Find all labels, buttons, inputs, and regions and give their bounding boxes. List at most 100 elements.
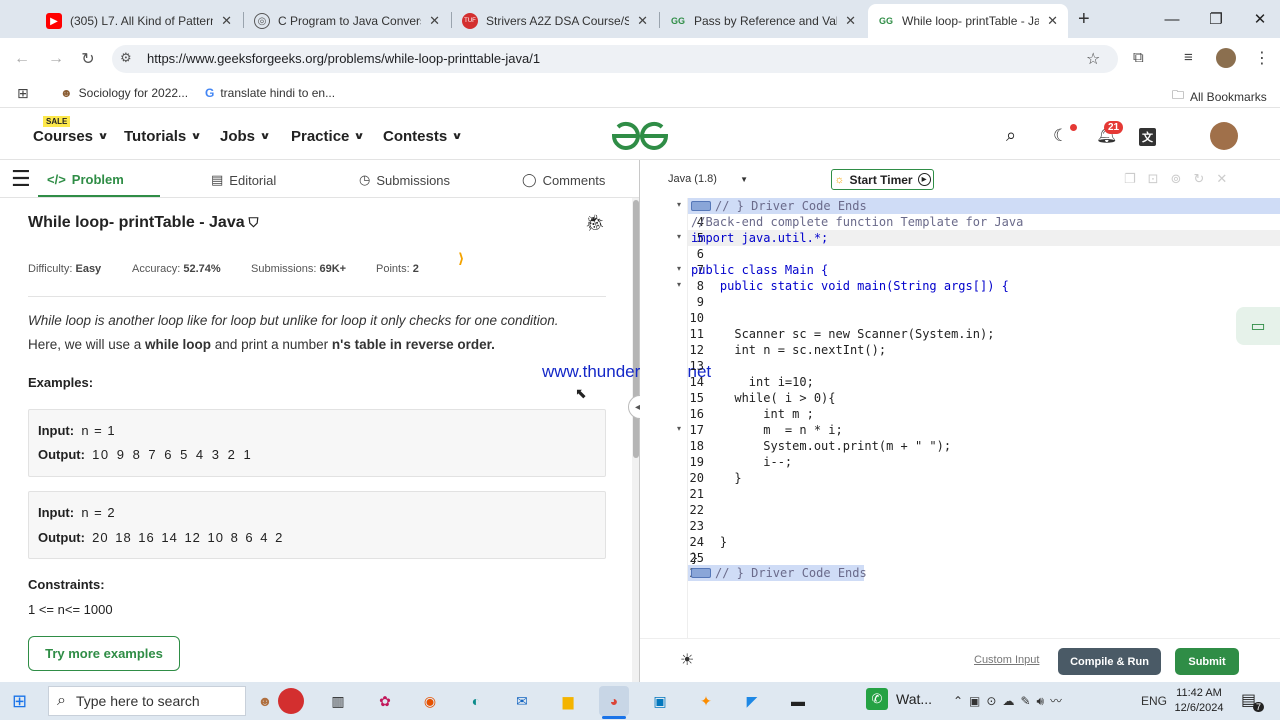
minimize-icon[interactable]: — [1150,0,1194,38]
chat-bubble-icon[interactable]: ▭ [1236,307,1280,345]
code-line[interactable]: int i=10; [691,374,814,390]
bookmark-sociology[interactable]: ☻ Sociology for 2022... [60,86,188,100]
tab-problem[interactable]: </> Problem [47,172,124,187]
reload-icon[interactable]: ↻ [74,45,102,73]
file-explorer-icon[interactable]: ▆ [553,686,583,716]
mail-icon[interactable]: ✉ [507,686,537,716]
browser-tab-youtube[interactable]: ▶ (305) L7. All Kind of Patterns ✕ [36,4,242,38]
back-arrow-icon[interactable]: ← [8,45,36,73]
fold-marker-icon[interactable] [691,568,711,578]
task-view-icon[interactable]: ▥ [323,686,353,716]
media-controls-icon[interactable]: ≡ [1184,49,1193,66]
custom-input-link[interactable]: Custom Input [974,654,1039,666]
dark-mode-moon-icon[interactable]: ☾ [1053,126,1068,146]
all-bookmarks-button[interactable]: 🗀 All Bookmarks [1172,86,1267,107]
window-close-icon[interactable]: ✕ [1238,0,1280,38]
new-tab-plus-icon[interactable]: + [1078,8,1090,31]
editor-toolbar-icons[interactable]: ❐⊡⊚↻✕ [1124,171,1239,187]
language-indicator[interactable]: ENG [1141,694,1167,708]
code-line[interactable]: int m ; [691,406,814,422]
code-line[interactable]: } [691,550,698,566]
code-line[interactable]: } [691,534,727,550]
apps-grid-icon[interactable]: ⊞ [17,85,29,102]
user-avatar[interactable] [1210,122,1238,150]
paint-icon[interactable]: ✦ [691,686,721,716]
fold-marker-icon[interactable] [691,201,711,211]
menu-jobs[interactable]: Jobs ∨ [220,128,271,145]
browser-tab-c-to-java[interactable]: ◎ C Program to Java Conversio ✕ [244,4,450,38]
submit-button[interactable]: Submit [1175,648,1239,675]
code-line[interactable]: System.out.print(m + " "); [691,438,951,454]
fold-arrow-icon[interactable]: ▾ [677,264,681,273]
translate-icon[interactable]: 文 [1139,128,1156,146]
hamburger-menu-icon[interactable]: ☰ [11,168,31,190]
menu-courses[interactable]: Courses ∨ [33,128,109,145]
code-line[interactable]: public static void main(String args[]) { [691,278,1009,294]
fold-arrow-icon[interactable]: ▾ [677,280,681,289]
copilot-icon[interactable]: ✿ [370,686,400,716]
tab-editorial[interactable]: ▤ Editorial [211,172,276,188]
close-icon[interactable]: ✕ [637,13,648,29]
bookmark-icon[interactable]: ⛉ [249,215,259,231]
code-line[interactable]: public class Main { [691,262,828,278]
whatsapp-icon: ✆ [866,688,888,710]
red-app-icon[interactable] [278,688,304,714]
taskbar-search-box[interactable]: ⌕ Type here to search [48,686,246,716]
url-text[interactable]: https://www.geeksforgeeks.org/problems/w… [147,51,540,66]
fold-arrow-icon[interactable]: ▾ [677,200,681,209]
whatsapp-taskbar-button[interactable]: ✆ Wat... [866,688,932,710]
vscode-icon[interactable]: ◤ [737,686,767,716]
code-line[interactable]: int n = sc.nextInt(); [691,342,886,358]
browser-tab-strivers[interactable]: TUF Strivers A2Z DSA Course/Sh ✕ [452,4,658,38]
report-bug-icon[interactable]: 🐞︎ [585,213,605,233]
gingerbread-app-icon[interactable]: ☻ [250,686,280,716]
code-line[interactable]: while( i > 0){ [691,390,835,406]
code-line[interactable]: //Back-end complete function Template fo… [691,214,1023,230]
close-icon[interactable]: ✕ [845,13,856,29]
edge-icon[interactable]: ◐ [461,686,491,716]
taskbar-clock[interactable]: 11:42 AM 12/6/2024 [1174,686,1224,716]
bookmark-star-icon[interactable]: ☆ [1086,49,1100,69]
code-line[interactable]: m = n * i; [691,422,842,438]
start-timer-label: Start Timer [849,172,913,187]
site-info-icon[interactable]: ⚙ [120,50,132,66]
code-line[interactable]: i--; [691,454,792,470]
code-line[interactable]: // } Driver Code Ends [691,565,867,581]
tab-submissions[interactable]: ◷ Submissions [359,172,450,188]
browser-tab-active[interactable]: GG While loop- printTable - Java ✕ [868,4,1068,38]
system-tray-icons[interactable]: ⌃▣⊙☁✎🔊︎〰 [953,692,1068,709]
code-line[interactable]: import java.util.*; [691,230,828,246]
start-timer-button[interactable]: ☼ Start Timer ▸ [831,169,934,190]
bookmark-translate[interactable]: G translate hindi to en... [205,86,335,100]
close-icon[interactable]: ✕ [429,13,440,29]
lightbulb-icon[interactable]: ☀ [680,650,694,670]
firefox-icon[interactable]: ◉ [415,686,445,716]
try-more-examples-button[interactable]: Try more examples [28,636,180,671]
compile-run-button[interactable]: Compile & Run [1058,648,1161,675]
screen-recorder-icon[interactable]: ▣ [645,686,675,716]
menu-tutorials[interactable]: Tutorials ∨ [124,128,202,145]
tab-comments[interactable]: ◯ Comments [522,172,605,188]
browser-tab-pass-by-reference[interactable]: GG Pass by Reference and Value ✕ [660,4,866,38]
terminal-icon[interactable]: ▬ [783,686,813,716]
menu-practice[interactable]: Practice ∨ [291,128,365,145]
search-icon[interactable]: ⌕ [1006,125,1016,146]
close-icon[interactable]: ✕ [1047,13,1058,29]
gfg-logo-icon[interactable] [610,120,670,152]
code-line[interactable]: Scanner sc = new Scanner(System.in); [691,326,994,342]
windows-start-icon[interactable]: ⊞ [12,691,27,712]
language-select[interactable]: Java (1.8) ▼ [662,169,754,189]
fold-arrow-icon[interactable]: ▾ [677,232,681,241]
extensions-puzzle-icon[interactable]: ⧉ [1133,49,1144,66]
menu-contests[interactable]: Contests ∨ [383,128,463,145]
browser-menu-icon[interactable]: ⋮ [1254,48,1270,68]
bookmarks-bar [0,80,1280,108]
code-line[interactable]: // } Driver Code Ends [691,198,867,214]
chrome-icon[interactable]: ◕ [599,686,629,716]
forward-arrow-icon[interactable]: → [42,45,70,73]
restore-icon[interactable]: ❐ [1194,0,1238,38]
code-line[interactable]: } [691,470,741,486]
close-icon[interactable]: ✕ [221,13,232,29]
fold-arrow-icon[interactable]: ▾ [677,424,681,433]
profile-avatar[interactable] [1216,48,1236,68]
